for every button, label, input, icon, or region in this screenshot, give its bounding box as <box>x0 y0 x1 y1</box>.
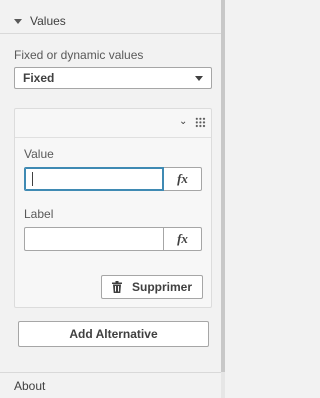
drag-handle-icon[interactable] <box>195 117 206 128</box>
label-fx-button[interactable]: fx <box>164 227 202 251</box>
value-mode-label: Fixed or dynamic values <box>14 48 144 62</box>
delete-button[interactable]: Supprimer <box>101 275 203 299</box>
value-mode-selected: Fixed <box>23 71 55 85</box>
value-input[interactable] <box>24 167 164 191</box>
alternative-card: ⌄ Value fx Label fx Supprimer <box>14 108 212 308</box>
value-field-group: fx <box>24 167 202 191</box>
label-field-group: fx <box>24 227 202 251</box>
about-title: About <box>14 378 46 393</box>
scrollbar-thumb[interactable] <box>221 0 225 372</box>
value-field-label: Value <box>24 147 54 161</box>
label-field-label: Label <box>24 207 54 221</box>
alternative-card-header: ⌄ <box>15 109 211 138</box>
value-fx-button[interactable]: fx <box>164 167 202 191</box>
value-mode-select[interactable]: Fixed <box>14 67 212 89</box>
chevron-down-icon[interactable]: ⌄ <box>179 116 187 127</box>
add-alternative-label: Add Alternative <box>69 327 158 341</box>
add-alternative-button[interactable]: Add Alternative <box>18 321 209 347</box>
section-title: Values <box>30 14 66 28</box>
label-input[interactable] <box>24 227 164 251</box>
text-cursor <box>32 172 33 186</box>
trash-icon <box>111 281 122 293</box>
delete-button-label: Supprimer <box>131 280 192 294</box>
properties-panel: Values Fixed or dynamic values Fixed ⌄ V… <box>0 0 221 398</box>
caret-down-icon <box>14 18 22 24</box>
dropdown-arrow-icon <box>195 75 203 81</box>
about-section-header[interactable]: About <box>0 372 221 398</box>
values-section-header[interactable]: Values <box>0 9 221 34</box>
